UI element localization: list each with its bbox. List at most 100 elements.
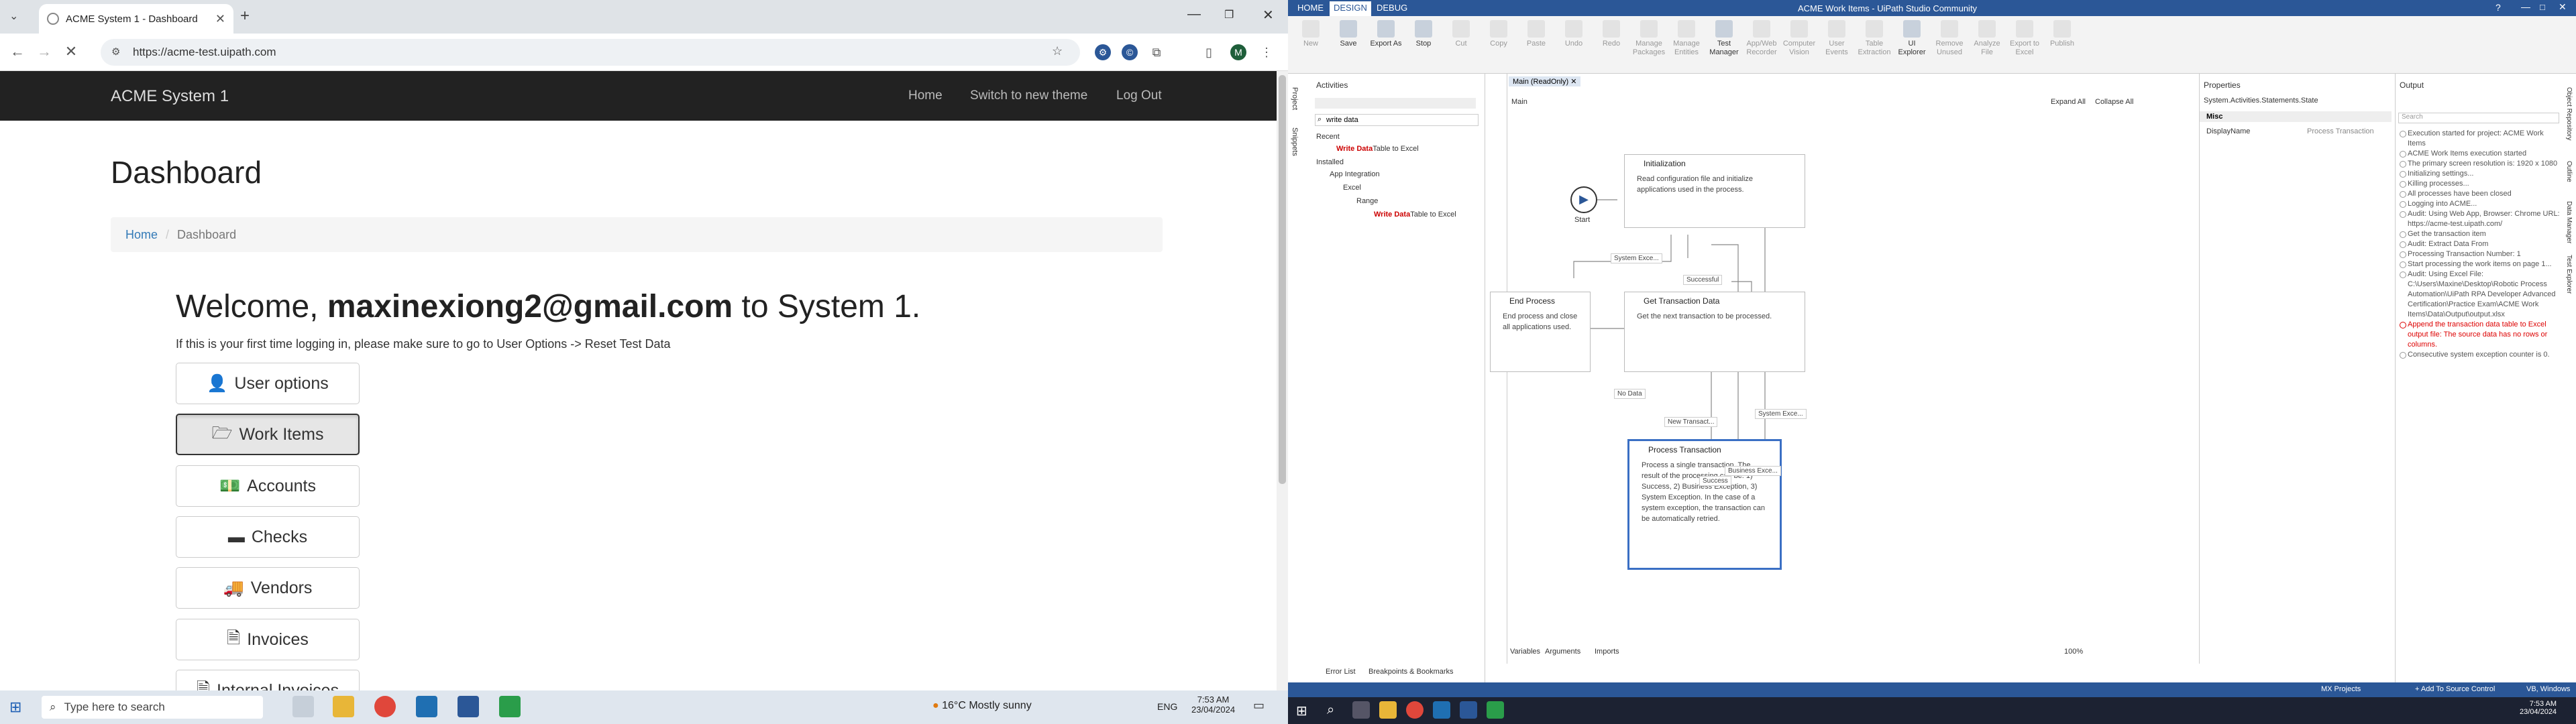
- ribbon-button[interactable]: Export to Excel: [2007, 20, 2042, 57]
- new-tab-button[interactable]: +: [240, 7, 250, 25]
- tab-acme-dashboard[interactable]: ACME System 1 - Dashboard ✕: [39, 4, 233, 34]
- maximize-icon[interactable]: ❐: [1224, 8, 1234, 21]
- scrollbar-thumb[interactable]: [1279, 75, 1286, 484]
- ribbon-button[interactable]: UI Explorer: [1894, 20, 1929, 57]
- ribbon-button[interactable]: Remove Unused: [1932, 20, 1967, 57]
- studio-icon[interactable]: [416, 696, 437, 717]
- edge-label[interactable]: No Data: [1614, 389, 1646, 399]
- extension-icon[interactable]: ©: [1122, 44, 1138, 60]
- clock[interactable]: 7:53 AM 23/04/2024: [2520, 700, 2557, 716]
- help-icon[interactable]: ?: [2496, 2, 2501, 13]
- back-icon[interactable]: ←: [8, 43, 27, 60]
- project-selector[interactable]: MX Projects: [2321, 685, 2361, 693]
- notifications-icon[interactable]: ▭: [1253, 699, 1265, 713]
- ribbon-button[interactable]: Paste: [1519, 20, 1554, 48]
- weather-widget[interactable]: ● 16°C Mostly sunny: [932, 700, 1032, 712]
- task-view-icon[interactable]: [1352, 701, 1370, 719]
- output-line[interactable]: All processes have been closed: [2398, 189, 2562, 199]
- breakpoints-tab[interactable]: Breakpoints & Bookmarks: [1368, 668, 1454, 676]
- output-line[interactable]: Killing processes...: [2398, 179, 2562, 189]
- tab-home[interactable]: HOME: [1297, 3, 1324, 13]
- state-process-transaction[interactable]: Process Transaction Process a single tra…: [1627, 439, 1782, 570]
- ribbon-button[interactable]: Stop: [1406, 20, 1441, 48]
- ribbon-button[interactable]: Computer Vision: [1782, 20, 1817, 57]
- ribbon-button[interactable]: Manage Packages: [1631, 20, 1666, 57]
- output-line[interactable]: Append the transaction data table to Exc…: [2398, 320, 2562, 350]
- work-items-button[interactable]: 🗁 Work Items: [176, 414, 360, 455]
- chrome-icon[interactable]: [374, 696, 396, 717]
- ribbon-button[interactable]: Test Manager: [1707, 20, 1741, 57]
- tree-installed[interactable]: Installed: [1316, 158, 1344, 166]
- menu-icon[interactable]: ⋮: [1258, 44, 1275, 60]
- tab-debug[interactable]: DEBUG: [1377, 3, 1407, 13]
- bookmark-star-icon[interactable]: ☆: [1052, 44, 1063, 58]
- extension-icon[interactable]: ⚙: [1095, 44, 1111, 60]
- close-tab-icon[interactable]: ✕: [215, 12, 225, 26]
- uipath-assistant-icon[interactable]: [499, 696, 521, 717]
- page-scrollbar[interactable]: [1277, 71, 1288, 690]
- output-line[interactable]: Execution started for project: ACME Work…: [2398, 129, 2562, 149]
- arguments-tab[interactable]: Arguments: [1545, 648, 1580, 656]
- ribbon-button[interactable]: Redo: [1594, 20, 1629, 48]
- close-tab-icon[interactable]: ✕: [1570, 78, 1576, 86]
- tree-recent-write-data[interactable]: Write DataTable to Excel: [1336, 145, 1419, 153]
- tree-app-integration[interactable]: App Integration: [1330, 170, 1380, 178]
- state-get-transaction-data[interactable]: Get Transaction Data Get the next transa…: [1624, 292, 1805, 372]
- close-window-icon[interactable]: ✕: [1263, 7, 1274, 23]
- output-line[interactable]: ACME Work Items execution started: [2398, 149, 2562, 159]
- properties-section[interactable]: Misc: [2200, 111, 2392, 122]
- close-window-icon[interactable]: ✕: [2559, 1, 2567, 13]
- ribbon-button[interactable]: Analyze File: [1970, 20, 2004, 57]
- output-line[interactable]: Initializing settings...: [2398, 169, 2562, 179]
- collapse-all-link[interactable]: Collapse All: [2095, 98, 2133, 106]
- imports-tab[interactable]: Imports: [1595, 648, 1619, 656]
- ribbon-button[interactable]: Export As: [1368, 20, 1403, 48]
- nav-home[interactable]: Home: [908, 88, 943, 103]
- start-button[interactable]: ⊞: [9, 699, 21, 716]
- internal-invoices-button[interactable]: 🗎 Internal Invoices: [176, 670, 360, 690]
- breadcrumb-home[interactable]: Home: [125, 228, 158, 242]
- side-tab-object-repository[interactable]: Object Repository: [2565, 87, 2573, 140]
- flowchart-canvas[interactable]: ▶ Start Initialization Read configuratio…: [1490, 114, 2147, 644]
- side-tab-outline[interactable]: Outline: [2565, 161, 2573, 182]
- tree-recent[interactable]: Recent: [1316, 133, 1340, 141]
- edge-label[interactable]: Success: [1699, 476, 1731, 486]
- state-end-process[interactable]: End Process End process and close all ap…: [1490, 292, 1591, 372]
- app-icon[interactable]: [1460, 701, 1477, 719]
- designer-tab[interactable]: Main (ReadOnly) ✕: [1509, 76, 1581, 86]
- chrome-icon[interactable]: [1406, 701, 1424, 719]
- ribbon-button[interactable]: Undo: [1556, 20, 1591, 48]
- zoom-level[interactable]: 100%: [2064, 648, 2083, 656]
- tree-range-write-data[interactable]: Write DataTable to Excel: [1374, 210, 1456, 219]
- side-tab-project[interactable]: Project: [1291, 87, 1299, 110]
- output-line[interactable]: Consecutive system exception counter is …: [2398, 350, 2562, 360]
- ribbon-button[interactable]: Save: [1331, 20, 1366, 48]
- ribbon-button[interactable]: Copy: [1481, 20, 1516, 48]
- output-line[interactable]: Audit: Using Web App, Browser: Chrome UR…: [2398, 209, 2562, 229]
- task-view-icon[interactable]: [292, 696, 314, 717]
- taskbar-search[interactable]: ⌕ Type here to search: [42, 696, 263, 719]
- site-brand[interactable]: ACME System 1: [111, 87, 229, 106]
- ribbon-button[interactable]: Cut: [1444, 20, 1479, 48]
- extensions-puzzle-icon[interactable]: ⧉: [1148, 44, 1165, 60]
- vendors-button[interactable]: 🚚 Vendors: [176, 567, 360, 609]
- variables-tab[interactable]: Variables: [1510, 648, 1540, 656]
- clock[interactable]: 7:53 AM 23/04/2024: [1191, 695, 1235, 715]
- accounts-button[interactable]: 💵 Accounts: [176, 465, 360, 507]
- start-button[interactable]: ⊞: [1296, 703, 1307, 719]
- minimize-icon[interactable]: —: [1187, 7, 1201, 22]
- edge-label[interactable]: System Exce...: [1755, 409, 1807, 419]
- output-line[interactable]: Audit: Extract Data From: [2398, 239, 2562, 249]
- output-line[interactable]: Get the transaction item: [2398, 229, 2562, 239]
- ribbon-button[interactable]: Manage Entities: [1669, 20, 1704, 57]
- uipath-assistant-icon[interactable]: [1487, 701, 1504, 719]
- ribbon-button[interactable]: App/Web Recorder: [1744, 20, 1779, 57]
- tree-excel[interactable]: Excel: [1343, 184, 1361, 192]
- language-indicator[interactable]: ENG: [1157, 701, 1177, 712]
- tab-search-icon[interactable]: ⌄: [9, 9, 18, 23]
- stop-loading-icon[interactable]: ✕: [62, 43, 80, 60]
- nav-logout[interactable]: Log Out: [1116, 88, 1162, 103]
- ribbon-button[interactable]: User Events: [1819, 20, 1854, 57]
- ribbon-button[interactable]: New: [1293, 20, 1328, 48]
- file-explorer-icon[interactable]: [333, 696, 354, 717]
